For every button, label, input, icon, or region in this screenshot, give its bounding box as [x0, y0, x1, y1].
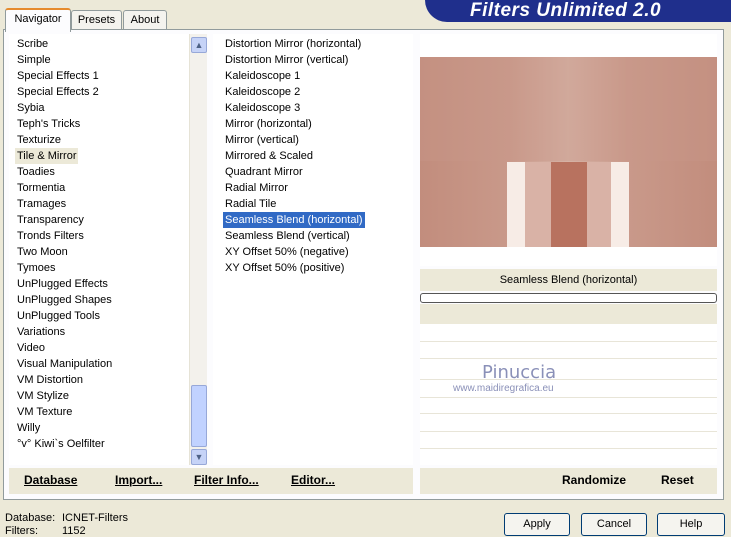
- categories-item[interactable]: Toadies: [15, 164, 57, 180]
- filters-item[interactable]: Quadrant Mirror: [223, 164, 305, 180]
- apply-button[interactable]: Apply: [504, 513, 570, 536]
- filters-item[interactable]: Mirror (horizontal): [223, 116, 314, 132]
- param-divider: [420, 341, 717, 342]
- filter-list[interactable]: Distortion Mirror (horizontal) Distortion…: [213, 34, 413, 465]
- editor-button[interactable]: Editor...: [291, 473, 335, 487]
- categories-item[interactable]: Tronds Filters: [15, 228, 86, 244]
- filters-item[interactable]: Seamless Blend (vertical): [223, 228, 352, 244]
- filters-item[interactable]: Kaleidoscope 3: [223, 100, 302, 116]
- categories-item[interactable]: Sybia: [15, 100, 47, 116]
- watermark-name: Pinuccia: [482, 362, 557, 383]
- categories-item[interactable]: Two Moon: [15, 244, 70, 260]
- categories-item[interactable]: Texturize: [15, 132, 63, 148]
- categories-item[interactable]: Teph's Tricks: [15, 116, 82, 132]
- category-scrollbar[interactable]: ▲ ▼: [189, 34, 207, 465]
- categories-item[interactable]: Variations: [15, 324, 67, 340]
- scroll-thumb[interactable]: [191, 385, 207, 447]
- categories-item[interactable]: VM Stylize: [15, 388, 71, 404]
- watermark-url: www.maidiregrafica.eu: [453, 383, 554, 394]
- app-title: Filters Unlimited 2.0: [470, 0, 662, 21]
- categories-item[interactable]: UnPlugged Effects: [15, 276, 110, 292]
- preview-area: [420, 34, 717, 266]
- filters-item[interactable]: Mirrored & Scaled: [223, 148, 315, 164]
- help-button[interactable]: Help: [657, 513, 725, 536]
- param-divider: [420, 413, 717, 414]
- param-divider: [420, 448, 717, 449]
- tab-navigator[interactable]: Navigator: [5, 8, 71, 32]
- param-divider: [420, 358, 717, 359]
- reset-button[interactable]: Reset: [661, 473, 694, 487]
- randomize-button[interactable]: Randomize: [562, 473, 626, 487]
- param-divider: [420, 379, 717, 380]
- filters-item[interactable]: Mirror (vertical): [223, 132, 301, 148]
- preview-filter-name: Seamless Blend (horizontal): [420, 269, 717, 291]
- parameter-header: [420, 304, 717, 324]
- filters-item[interactable]: Kaleidoscope 1: [223, 68, 302, 84]
- tab-about[interactable]: About: [123, 10, 167, 30]
- categories-item[interactable]: UnPlugged Shapes: [15, 292, 114, 308]
- categories-item[interactable]: VM Texture: [15, 404, 74, 420]
- database-value: ICNET-Filters: [62, 512, 128, 524]
- categories-item[interactable]: Willy: [15, 420, 42, 436]
- filters-label: Filters:: [5, 525, 38, 537]
- categories-item[interactable]: Tormentia: [15, 180, 67, 196]
- categories-item[interactable]: Scribe: [15, 36, 50, 52]
- import-button[interactable]: Import...: [115, 473, 162, 487]
- filters-item[interactable]: Radial Mirror: [223, 180, 290, 196]
- left-button-bar: Database Import... Filter Info... Editor…: [9, 468, 413, 494]
- scroll-up-button[interactable]: ▲: [191, 37, 207, 53]
- filter-info-button[interactable]: Filter Info...: [194, 473, 259, 487]
- cancel-button[interactable]: Cancel: [581, 513, 647, 536]
- progress-bar: [420, 293, 717, 303]
- scroll-down-button[interactable]: ▼: [191, 449, 207, 465]
- right-button-bar: Randomize Reset: [420, 468, 717, 494]
- filters-item[interactable]: XY Offset 50% (negative): [223, 244, 351, 260]
- filters-item[interactable]: Kaleidoscope 2: [223, 84, 302, 100]
- database-button[interactable]: Database: [24, 473, 77, 487]
- categories-item[interactable]: °v° Kiwi`s Oelfilter: [15, 436, 107, 452]
- filters-item[interactable]: Distortion Mirror (horizontal): [223, 36, 363, 52]
- parameter-area[interactable]: [420, 324, 717, 465]
- categories-item[interactable]: Special Effects 1: [15, 68, 101, 84]
- categories-item[interactable]: UnPlugged Tools: [15, 308, 102, 324]
- categories-item[interactable]: Video: [15, 340, 47, 356]
- filters-count: 1152: [62, 525, 86, 537]
- param-divider: [420, 431, 717, 432]
- categories-item[interactable]: Simple: [15, 52, 53, 68]
- categories-item[interactable]: Transparency: [15, 212, 86, 228]
- categories-item[interactable]: Visual Manipulation: [15, 356, 114, 372]
- categories-item[interactable]: Tymoes: [15, 260, 58, 276]
- category-list[interactable]: Scribe Simple Special Effects 1 Special Eff…: [9, 34, 189, 465]
- database-label: Database:: [5, 512, 56, 524]
- categories-item[interactable]: Tile & Mirror: [15, 148, 79, 164]
- filters-item[interactable]: Radial Tile: [223, 196, 278, 212]
- filters-item[interactable]: Distortion Mirror (vertical): [223, 52, 350, 68]
- filters-item[interactable]: XY Offset 50% (positive): [223, 260, 346, 276]
- categories-item[interactable]: VM Distortion: [15, 372, 85, 388]
- param-divider: [420, 397, 717, 398]
- tab-presets[interactable]: Presets: [71, 10, 122, 30]
- categories-item[interactable]: Special Effects 2: [15, 84, 101, 100]
- preview-image: [420, 57, 717, 247]
- categories-item[interactable]: Tramages: [15, 196, 68, 212]
- filters-item[interactable]: Seamless Blend (horizontal): [222, 211, 366, 229]
